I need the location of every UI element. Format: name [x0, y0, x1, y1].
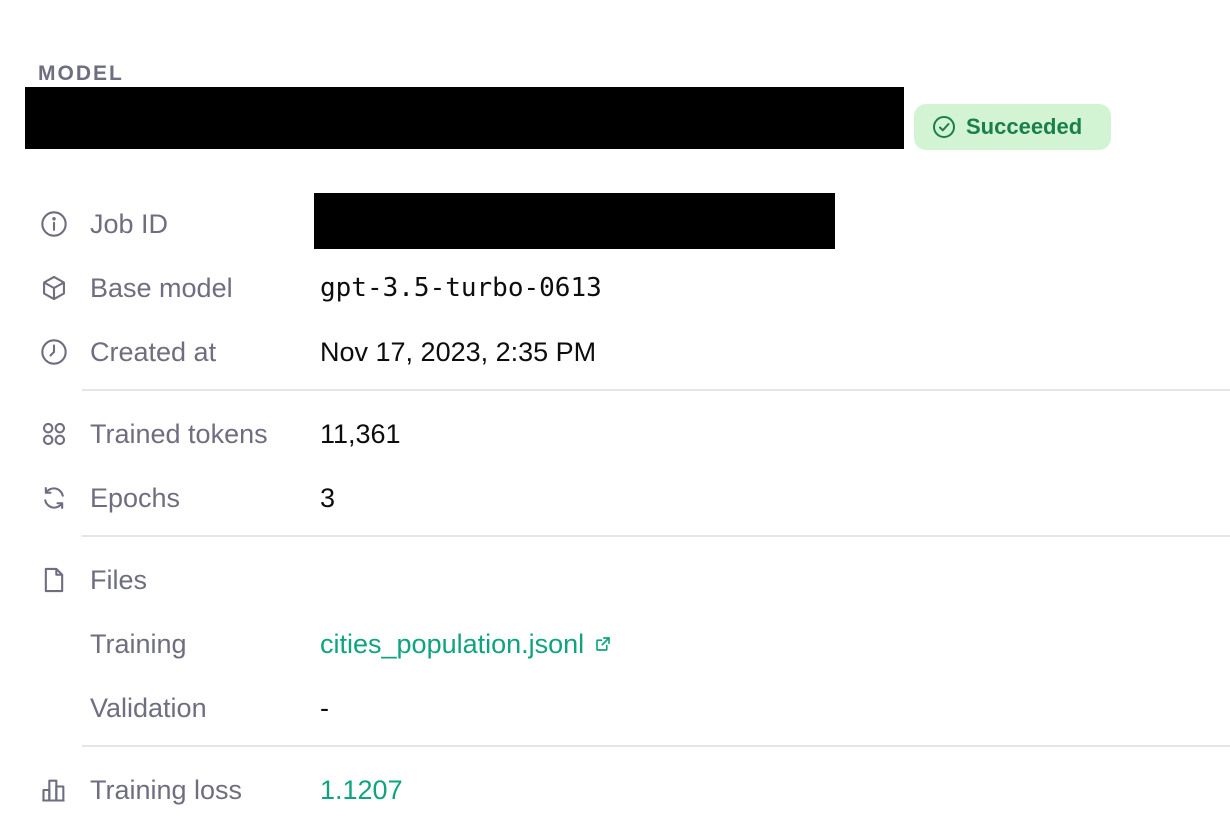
- row-trained-tokens: Trained tokens 11,361: [0, 414, 1230, 454]
- info-icon: [40, 210, 68, 238]
- row-epochs: Epochs 3: [0, 478, 1230, 518]
- file-icon: [40, 566, 68, 594]
- row-base-model: Base model gpt-3.5-turbo-0613: [0, 268, 1230, 308]
- created-at-value: Nov 17, 2023, 2:35 PM: [320, 336, 597, 367]
- row-created-at: Created at Nov 17, 2023, 2:35 PM: [0, 332, 1230, 372]
- trained-tokens-label: Trained tokens: [90, 418, 268, 449]
- validation-file-label: Validation: [90, 692, 207, 723]
- row-files: Files: [0, 560, 1230, 600]
- external-link-icon[interactable]: [594, 635, 612, 653]
- redacted-job-id: [314, 193, 835, 249]
- training-loss-value[interactable]: 1.1207: [320, 775, 403, 806]
- created-at-label: Created at: [90, 336, 217, 367]
- files-label: Files: [90, 564, 148, 595]
- clock-icon: [40, 338, 68, 366]
- fine-tune-job-details: MODEL Succeeded Job ID Base model gpt-3.…: [0, 0, 1230, 828]
- training-loss-label: Training loss: [90, 774, 243, 805]
- cube-icon: [40, 274, 68, 302]
- refresh-icon: [40, 484, 68, 512]
- check-circle-icon: [932, 115, 956, 139]
- epochs-label: Epochs: [90, 482, 181, 513]
- training-file-name[interactable]: cities_population.jsonl: [320, 629, 584, 660]
- training-file-link[interactable]: cities_population.jsonl: [320, 629, 612, 660]
- tokens-grid-icon: [40, 420, 68, 448]
- bar-chart-icon: [40, 776, 68, 804]
- status-badge: Succeeded: [914, 104, 1111, 150]
- row-validation-file: Validation -: [0, 688, 1230, 728]
- row-training-loss: Training loss 1.1207: [0, 770, 1230, 810]
- section-label-model: MODEL: [38, 62, 124, 85]
- divider: [82, 389, 1230, 391]
- validation-file-value: -: [320, 692, 329, 723]
- training-file-label: Training: [90, 628, 187, 659]
- row-training-file: Training cities_population.jsonl: [0, 624, 1230, 664]
- divider: [82, 535, 1230, 537]
- status-text: Succeeded: [966, 114, 1083, 139]
- trained-tokens-value: 11,361: [320, 418, 401, 449]
- base-model-value: gpt-3.5-turbo-0613: [320, 273, 602, 303]
- divider: [82, 745, 1230, 747]
- job-id-label: Job ID: [90, 208, 169, 239]
- redacted-model-name: [25, 87, 904, 149]
- base-model-label: Base model: [90, 272, 233, 303]
- epochs-value: 3: [320, 482, 336, 513]
